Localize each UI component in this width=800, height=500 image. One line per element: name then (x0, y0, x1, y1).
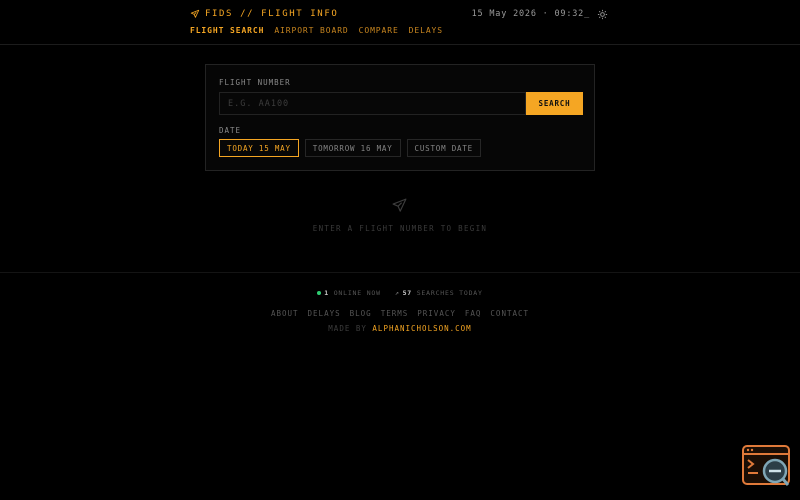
nav-flight-search[interactable]: FLIGHT SEARCH (190, 26, 264, 35)
online-count: 1 (324, 289, 329, 297)
flight-number-input[interactable] (219, 92, 526, 115)
sun-icon[interactable] (597, 9, 608, 20)
footer-link-blog[interactable]: BLOG (350, 309, 372, 318)
nav-delays[interactable]: DELAYS (409, 26, 443, 35)
footer-stats: 1 ONLINE NOW ↗ 57 SEARCHES TODAY (0, 289, 800, 297)
online-dot-icon (317, 291, 322, 295)
footer-link-contact[interactable]: CONTACT (490, 309, 529, 318)
search-button[interactable]: SEARCH (526, 92, 583, 115)
date-label: DATE (219, 126, 242, 135)
clock-readout: 15 May 2026 · 09:32_ (471, 9, 590, 19)
searches-stat: ↗ 57 SEARCHES TODAY (395, 289, 483, 297)
plane-icon (392, 198, 407, 212)
searches-count: 57 (402, 289, 412, 297)
main-nav: FLIGHT SEARCH AIRPORT BOARD COMPARE DELA… (190, 26, 443, 35)
footer-link-faq[interactable]: FAQ (465, 309, 482, 318)
date-options: TODAY 15 MAY TOMORROW 16 MAY CUSTOM DATE (219, 139, 482, 157)
brand-title: FIDS // FLIGHT INFO (205, 9, 339, 19)
searches-label: SEARCHES TODAY (416, 289, 483, 297)
top-bar: FIDS // FLIGHT INFO 15 May 2026 · 09:32_… (0, 0, 800, 45)
plane-icon (190, 9, 200, 18)
footer-link-about[interactable]: ABOUT (271, 309, 299, 318)
made-by-link[interactable]: ALPHANICHOLSON.COM (372, 324, 471, 333)
footer-link-privacy[interactable]: PRIVACY (417, 309, 456, 318)
footer-link-delays[interactable]: DELAYS (308, 309, 341, 318)
made-by: MADE BY ALPHANICHOLSON.COM (0, 324, 800, 333)
made-by-prefix: MADE BY (328, 324, 367, 333)
footer-link-terms[interactable]: TERMS (381, 309, 409, 318)
nav-compare[interactable]: COMPARE (359, 26, 399, 35)
console-search-widget-icon[interactable] (742, 445, 790, 487)
flight-number-label: FLIGHT NUMBER (219, 78, 291, 87)
empty-state-text: ENTER A FLIGHT NUMBER TO BEGIN (312, 224, 488, 233)
footer-divider (0, 272, 800, 273)
online-stat: 1 ONLINE NOW (317, 289, 381, 297)
online-label: ONLINE NOW (333, 289, 381, 297)
brand-logo[interactable]: FIDS // FLIGHT INFO (190, 8, 338, 20)
footer-links: ABOUT DELAYS BLOG TERMS PRIVACY FAQ CONT… (0, 309, 800, 318)
date-custom-button[interactable]: CUSTOM DATE (406, 139, 482, 157)
search-card: FLIGHT NUMBER SEARCH DATE TODAY 15 MAY T… (205, 64, 595, 171)
trend-up-icon: ↗ (394, 289, 400, 297)
nav-airport-board[interactable]: AIRPORT BOARD (274, 26, 348, 35)
date-tomorrow-button[interactable]: TOMORROW 16 MAY (304, 139, 401, 157)
date-today-button[interactable]: TODAY 15 MAY (219, 139, 299, 157)
